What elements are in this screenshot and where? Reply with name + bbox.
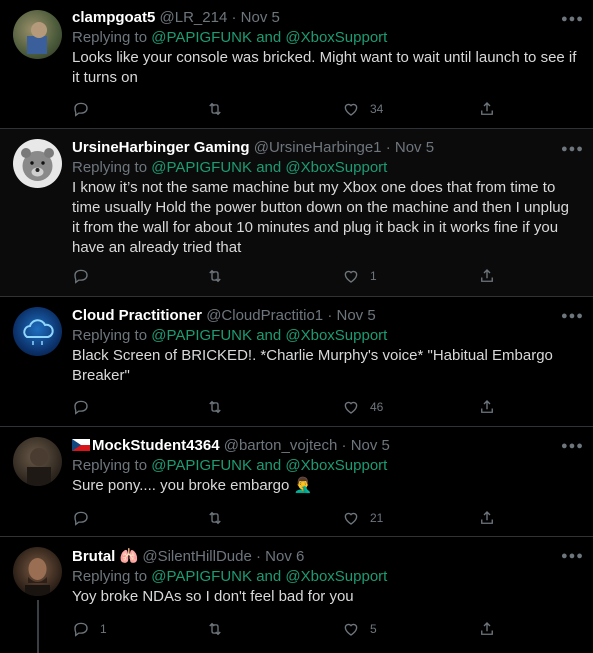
- user-handle[interactable]: @barton_vojtech: [224, 437, 338, 454]
- tweet[interactable]: ●●● MockStudent4364 @barton_vojtech · No…: [0, 427, 593, 537]
- user-handle[interactable]: @CloudPractitio1: [206, 307, 323, 324]
- share-icon: [481, 622, 493, 635]
- mention-link[interactable]: @PAPIGFUNK: [151, 29, 252, 46]
- like-button[interactable]: 5: [342, 618, 377, 640]
- tweet-actions: 1 5: [72, 618, 579, 640]
- retweet-button[interactable]: [206, 618, 234, 640]
- mention-link[interactable]: @XboxSupport: [285, 29, 387, 46]
- tweet-actions: 46: [72, 396, 579, 418]
- replying-to: Replying to @PAPIGFUNK and @XboxSupport: [72, 159, 388, 176]
- reply-icon: [74, 102, 88, 117]
- like-button[interactable]: 46: [342, 396, 383, 418]
- tweet[interactable]: ●●● Brutal 🫁 @SilentHillDude · Nov 6 Rep…: [0, 537, 593, 653]
- tweet-header: Cloud Practitioner @CloudPractitio1 · No…: [72, 307, 376, 324]
- retweet-icon: [209, 622, 221, 636]
- share-button[interactable]: [478, 618, 496, 640]
- mention-link[interactable]: @PAPIGFUNK: [151, 568, 252, 585]
- tweet[interactable]: ●●● UrsineHarbinger Gaming @UrsineHarbin…: [0, 129, 593, 297]
- retweet-button[interactable]: [206, 396, 234, 418]
- reply-icon: [74, 511, 88, 526]
- mention-link[interactable]: @PAPIGFUNK: [151, 159, 252, 176]
- replying-to: Replying to @PAPIGFUNK and @XboxSupport: [72, 327, 388, 344]
- retweet-button[interactable]: [206, 507, 234, 529]
- replying-to: Replying to @PAPIGFUNK and @XboxSupport: [72, 457, 388, 474]
- tweet-date[interactable]: Nov 5: [241, 9, 280, 26]
- retweet-button[interactable]: [206, 98, 234, 120]
- display-name[interactable]: clampgoat5: [72, 9, 155, 26]
- tweet-actions: 34: [72, 98, 579, 120]
- like-button[interactable]: 34: [342, 98, 383, 120]
- reply-icon: [74, 269, 88, 284]
- share-icon: [481, 511, 493, 524]
- tweet[interactable]: ●●● Cloud Practitioner @CloudPractitio1 …: [0, 297, 593, 427]
- mention-link[interactable]: @XboxSupport: [285, 457, 387, 474]
- tweet-date[interactable]: Nov 6: [265, 548, 304, 565]
- mention-link[interactable]: @PAPIGFUNK: [151, 327, 252, 344]
- user-handle[interactable]: @LR_214: [160, 9, 228, 26]
- replying-to: Replying to @PAPIGFUNK and @XboxSupport: [72, 568, 388, 585]
- share-button[interactable]: [478, 265, 496, 287]
- share-icon: [481, 269, 493, 282]
- retweet-icon: [209, 269, 221, 283]
- tweet-date[interactable]: Nov 5: [395, 139, 434, 156]
- tweet-date[interactable]: Nov 5: [351, 437, 390, 454]
- display-name[interactable]: MockStudent4364: [92, 437, 220, 454]
- avatar[interactable]: [13, 547, 62, 596]
- mention-link[interactable]: @XboxSupport: [285, 159, 387, 176]
- avatar[interactable]: [13, 139, 62, 188]
- reply-icon: [74, 622, 88, 637]
- share-button[interactable]: [478, 396, 496, 418]
- reply-button[interactable]: [72, 396, 100, 418]
- share-icon: [481, 400, 493, 413]
- retweet-button[interactable]: [206, 265, 234, 287]
- heart-icon: [344, 512, 358, 525]
- retweet-icon: [209, 400, 221, 414]
- mention-link[interactable]: @XboxSupport: [285, 327, 387, 344]
- reply-button[interactable]: [72, 265, 100, 287]
- tweet-date[interactable]: Nov 5: [336, 307, 375, 324]
- czech-flag-icon: [72, 439, 90, 451]
- avatar[interactable]: [13, 437, 62, 486]
- display-name[interactable]: Cloud Practitioner: [72, 307, 202, 324]
- display-name[interactable]: Brutal 🫁: [72, 548, 138, 565]
- heart-icon: [344, 103, 358, 116]
- share-button[interactable]: [478, 98, 496, 120]
- mention-link[interactable]: @PAPIGFUNK: [151, 457, 252, 474]
- tweet-text: Sure pony.... you broke embargo 🤦‍♂️: [72, 477, 313, 494]
- reply-button[interactable]: [72, 507, 100, 529]
- tweet-text: Yoy broke NDAs so I don't feel bad for y…: [72, 588, 354, 605]
- avatar[interactable]: [13, 10, 62, 59]
- tweet-text: Black Screen of BRICKED!. *Charlie Murph…: [72, 347, 553, 384]
- share-icon: [481, 102, 493, 115]
- tweet-header: UrsineHarbinger Gaming @UrsineHarbinge1 …: [72, 139, 435, 156]
- replying-to: Replying to @PAPIGFUNK and @XboxSupport: [72, 29, 388, 46]
- tweet-text: I know it’s not the same machine but my …: [72, 179, 569, 256]
- retweet-icon: [209, 102, 221, 116]
- share-button[interactable]: [478, 507, 496, 529]
- tweet-header: clampgoat5 @LR_214 · Nov 5: [72, 9, 280, 26]
- heart-icon: [344, 270, 358, 283]
- user-handle[interactable]: @UrsineHarbinge1: [254, 139, 382, 156]
- reply-button[interactable]: [72, 98, 100, 120]
- reply-icon: [74, 400, 88, 415]
- tweet-text: Looks like your console was bricked. Mig…: [72, 49, 577, 86]
- user-handle[interactable]: @SilentHillDude: [142, 548, 251, 565]
- heart-icon: [344, 623, 358, 636]
- tweet-actions: 21: [72, 507, 579, 529]
- like-button[interactable]: 1: [342, 265, 377, 287]
- reply-feed: ●●● clampgoat5 @LR_214 · Nov 5 Replying …: [0, 0, 593, 653]
- mention-link[interactable]: @XboxSupport: [285, 568, 387, 585]
- like-button[interactable]: 21: [342, 507, 383, 529]
- tweet-header: Brutal 🫁 @SilentHillDude · Nov 6: [72, 548, 305, 565]
- avatar[interactable]: [13, 307, 62, 356]
- tweet-header: MockStudent4364 @barton_vojtech · Nov 5: [72, 436, 579, 456]
- retweet-icon: [209, 511, 221, 525]
- display-name[interactable]: UrsineHarbinger Gaming: [72, 139, 250, 156]
- reply-button[interactable]: 1: [72, 618, 107, 640]
- thread-line: [37, 600, 39, 653]
- tweet-actions: 1: [72, 265, 579, 287]
- heart-icon: [344, 401, 358, 414]
- tweet[interactable]: ●●● clampgoat5 @LR_214 · Nov 5 Replying …: [0, 0, 593, 129]
